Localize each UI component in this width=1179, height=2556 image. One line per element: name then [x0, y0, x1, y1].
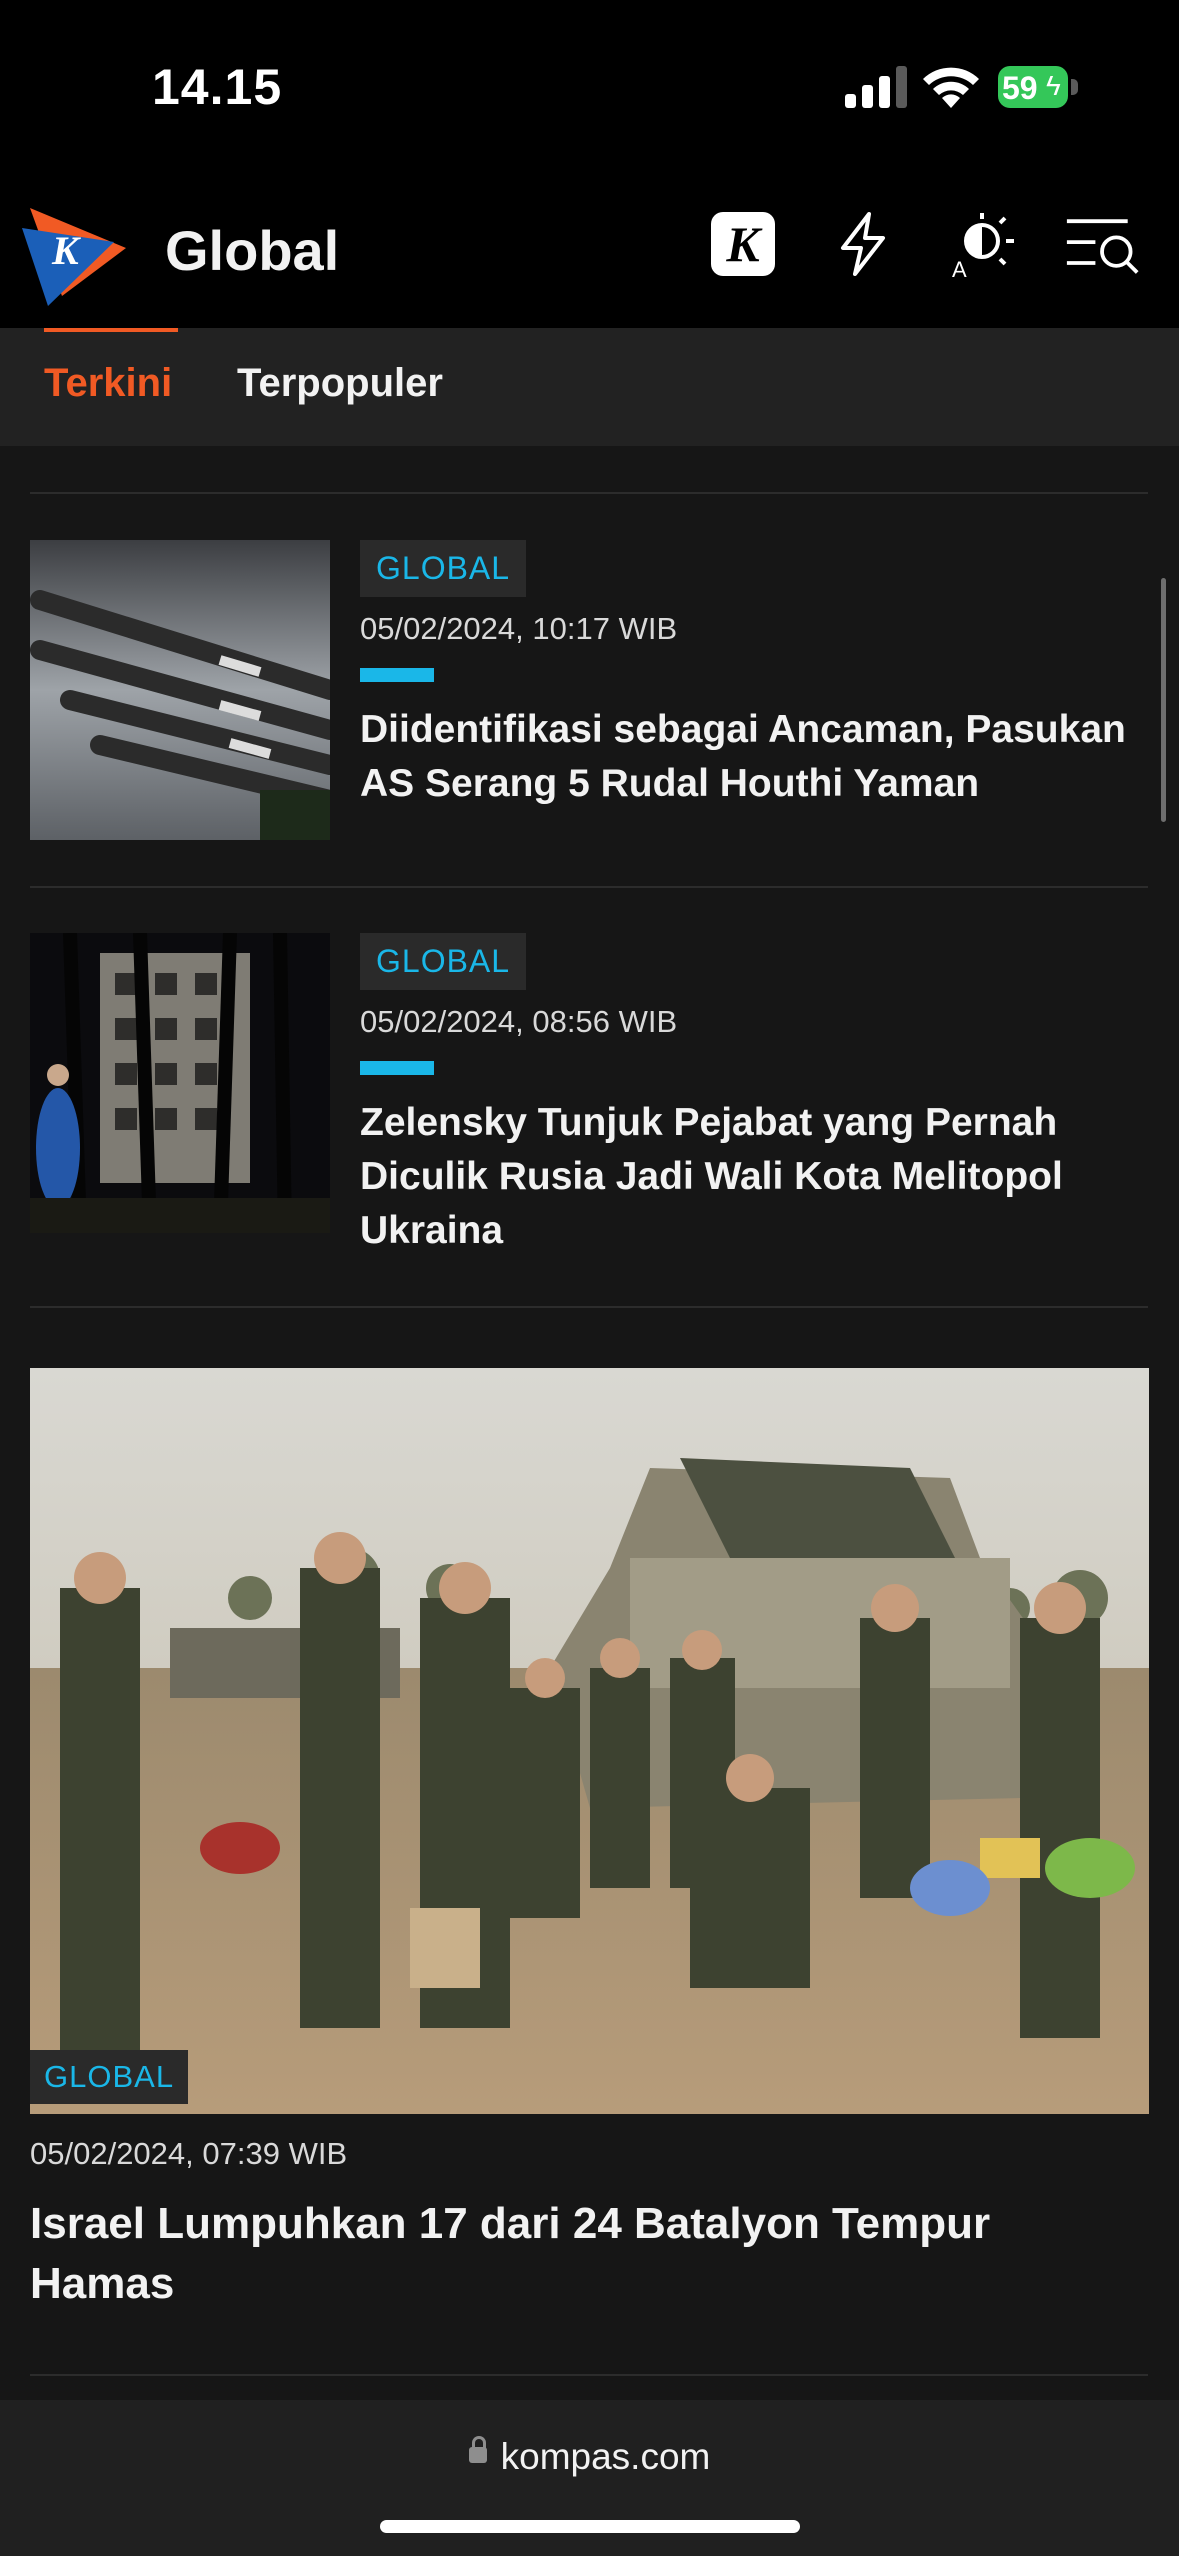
tab-terpopuler[interactable]: Terpopuler [237, 361, 443, 406]
lock-icon [468, 2436, 487, 2464]
kompas-k-icon: K [711, 212, 775, 276]
theme-toggle-icon: A [952, 213, 1014, 279]
lightning-button[interactable] [825, 206, 901, 282]
tab-bar: Terkini Terpopuler [0, 328, 1179, 446]
category-badge[interactable]: GLOBAL [360, 933, 527, 990]
accent-line [360, 668, 434, 682]
scrollbar[interactable] [1161, 578, 1166, 822]
cellular-signal-icon [845, 66, 907, 108]
active-tab-indicator [44, 328, 178, 332]
headline-line: Ukraina [360, 1209, 504, 1252]
article-thumbnail-missiles[interactable] [30, 540, 330, 840]
lightning-icon [841, 212, 885, 276]
charging-bolt-icon: ϟ [1046, 70, 1061, 101]
headline-line: Zelensky Tunjuk Pejabat yang Pernah [360, 1101, 1058, 1144]
divider [30, 886, 1148, 888]
article-date: 05/02/2024, 08:56 WIB [360, 1004, 678, 1039]
kompas-k-button[interactable]: K [705, 206, 781, 282]
article-headline[interactable]: Diidentifikasi sebagai Ancaman, Pasukan … [360, 703, 1126, 811]
headline-line: Israel Lumpuhkan 17 dari 24 Batalyon Tem… [30, 2199, 991, 2248]
home-indicator[interactable] [380, 2520, 800, 2533]
svg-text:A: A [952, 257, 967, 279]
menu-search-button[interactable] [1065, 206, 1141, 282]
divider [30, 1306, 1148, 1308]
headline-line: Diculik Rusia Jadi Wali Kota Melitopol [360, 1155, 1063, 1198]
headline-line: Diidentifikasi sebagai Ancaman, Pasukan [360, 708, 1126, 751]
status-time: 14.15 [152, 59, 283, 115]
tab-terkini[interactable]: Terkini [44, 361, 172, 406]
battery-level: 59 [1002, 70, 1038, 106]
url-text: kompas.com [500, 2436, 711, 2477]
wifi-icon [923, 67, 979, 108]
url-display[interactable]: kompas.com [0, 2436, 1179, 2478]
category-badge[interactable]: GLOBAL [30, 2050, 189, 2104]
app-header: K Global K A [0, 170, 1179, 328]
divider [30, 492, 1148, 494]
article-date: 05/02/2024, 07:39 WIB [30, 2136, 348, 2171]
battery-icon: 59 ϟ [998, 66, 1080, 108]
article-thumbnail-zelensky[interactable] [30, 933, 330, 1233]
status-bar: 14.15 59 ϟ [0, 0, 1179, 170]
category-badge[interactable]: GLOBAL [360, 540, 527, 597]
page-title: Global [165, 219, 340, 282]
article-date: 05/02/2024, 10:17 WIB [360, 611, 678, 646]
headline-line: Hamas [30, 2259, 175, 2308]
theme-toggle-button[interactable]: A [945, 206, 1021, 282]
headline-line: AS Serang 5 Rudal Houthi Yaman [360, 762, 980, 805]
svg-text:K: K [51, 228, 81, 273]
kompas-logo[interactable]: K [22, 198, 130, 306]
article-headline[interactable]: Israel Lumpuhkan 17 dari 24 Batalyon Tem… [30, 2194, 990, 2314]
browser-address-bar[interactable]: kompas.com [0, 2400, 1179, 2556]
divider [30, 2374, 1148, 2376]
menu-search-icon [1066, 219, 1139, 274]
article-hero-image-soldiers[interactable] [30, 1368, 1149, 2114]
accent-line [360, 1061, 434, 1075]
article-headline[interactable]: Zelensky Tunjuk Pejabat yang Pernah Dicu… [360, 1096, 1063, 1258]
